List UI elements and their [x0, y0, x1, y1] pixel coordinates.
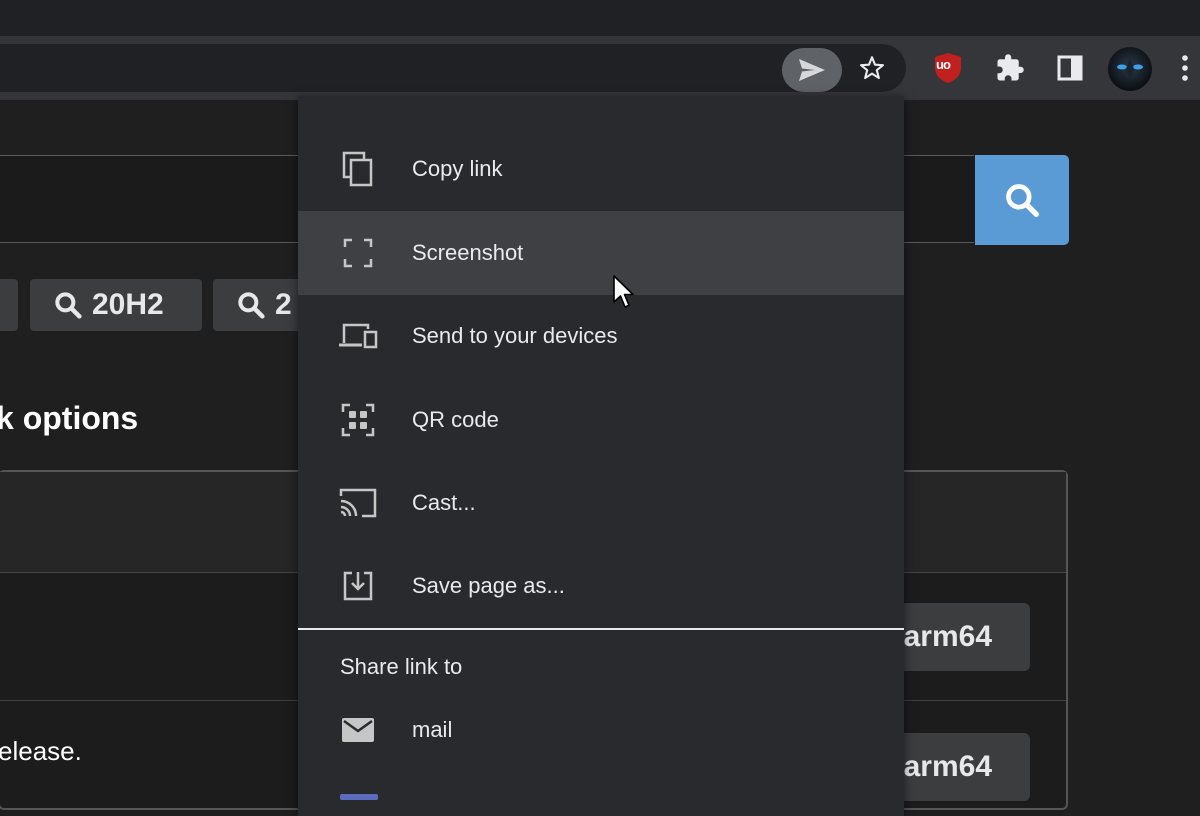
menu-item-label: Screenshot — [412, 240, 524, 265]
ublock-extension-button[interactable]: uo — [928, 48, 968, 88]
search-icon — [55, 292, 82, 319]
side-panel-button[interactable] — [1050, 48, 1090, 88]
bookmark-button[interactable] — [852, 48, 892, 88]
chip-label: 2 — [275, 288, 292, 321]
ublock-label: uo — [936, 57, 951, 72]
row-description: elease. — [0, 736, 82, 766]
menu-item-screenshot[interactable]: Screenshot — [298, 211, 904, 295]
menu-item-send-to-devices[interactable]: Send to your devices — [298, 294, 904, 378]
arm64-download-button[interactable]: arm64 — [895, 603, 1030, 671]
menu-item-save-page-as[interactable]: Save page as... — [298, 544, 904, 628]
address-bar[interactable] — [0, 44, 906, 92]
menu-item-label: mail — [412, 717, 453, 742]
save-icon — [338, 566, 378, 606]
menu-item-label: Cast... — [412, 490, 476, 515]
screenshot-icon — [338, 233, 378, 273]
menu-divider — [298, 628, 904, 630]
star-icon — [859, 56, 885, 80]
menu-item-cast[interactable]: Cast... — [298, 461, 904, 545]
share-menu: Copy link Screenshot Send to your device… — [298, 96, 904, 816]
menu-item-label: Copy link — [412, 156, 503, 181]
profile-avatar-button[interactable] — [1108, 47, 1152, 91]
mouse-cursor — [613, 275, 634, 308]
share-target-icon — [340, 794, 378, 800]
share-link-heading: Share link to — [340, 654, 463, 679]
version-chip-20h2[interactable]: 20H2 — [30, 279, 202, 331]
search-icon — [1006, 184, 1039, 217]
extensions-button[interactable] — [990, 48, 1030, 88]
arm64-download-button[interactable]: arm64 — [895, 733, 1030, 801]
menu-item-qr-code[interactable]: QR code — [298, 378, 904, 462]
qr-code-icon — [338, 400, 378, 440]
cast-icon — [338, 483, 378, 523]
site-search-button[interactable] — [975, 155, 1069, 245]
chip-label: 20H2 — [92, 288, 164, 321]
menu-item-label: Save page as... — [412, 573, 565, 598]
side-panel-icon — [1057, 55, 1083, 81]
menu-item-copy-link[interactable]: Copy link — [298, 127, 904, 211]
menu-item-label: Send to your devices — [412, 323, 618, 348]
send-icon — [799, 59, 825, 81]
mail-icon — [338, 710, 378, 750]
chrome-menu-button[interactable] — [1170, 48, 1200, 88]
tab-strip — [0, 0, 1200, 36]
devices-icon — [338, 316, 378, 356]
puzzle-icon — [997, 54, 1024, 81]
share-target-mail[interactable]: mail — [298, 688, 904, 772]
avatar — [1117, 57, 1143, 81]
version-chip[interactable] — [0, 279, 18, 331]
section-heading: k options — [0, 400, 139, 436]
menu-item-label: QR code — [412, 407, 499, 432]
copy-icon — [338, 149, 378, 189]
kebab-icon — [1182, 55, 1188, 81]
search-icon — [238, 292, 265, 319]
share-button[interactable] — [782, 48, 842, 92]
